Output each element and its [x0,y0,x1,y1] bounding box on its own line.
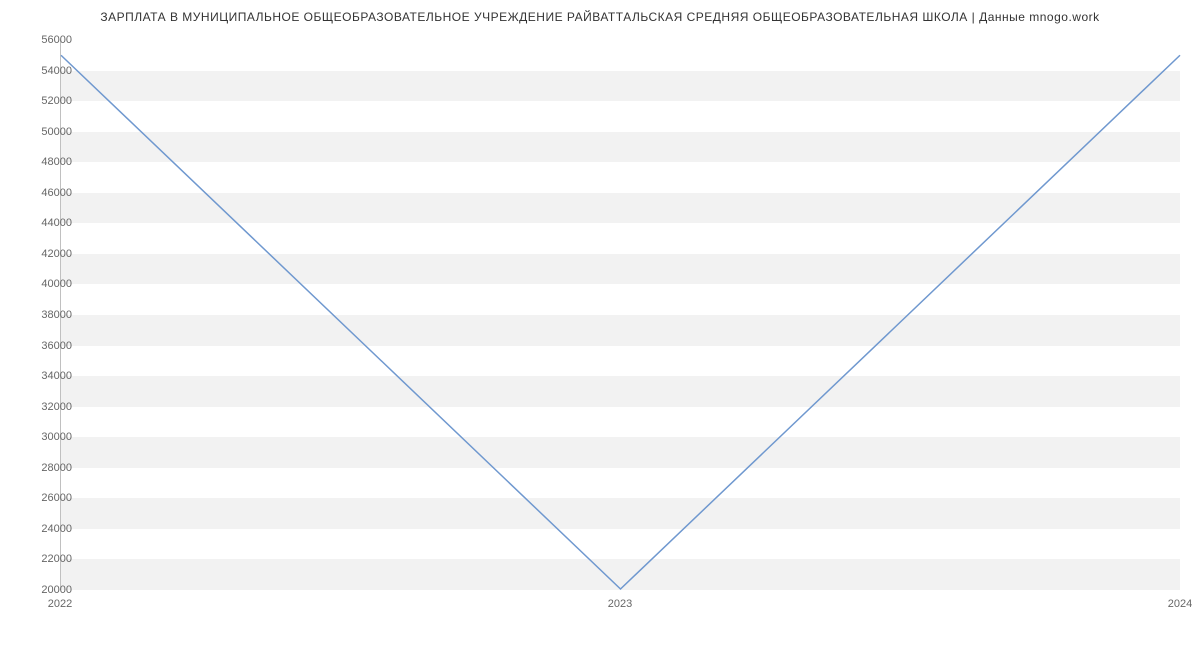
y-axis-tick: 28000 [12,462,72,474]
line-series [61,40,1180,589]
x-axis-tick: 2022 [48,598,72,610]
chart-container: ЗАРПЛАТА В МУНИЦИПАЛЬНОЕ ОБЩЕОБРАЗОВАТЕЛ… [0,0,1200,620]
y-axis-tick: 38000 [12,309,72,321]
y-axis-tick: 42000 [12,248,72,260]
y-axis-tick: 40000 [12,278,72,290]
y-axis-tick: 22000 [12,553,72,565]
y-axis-tick: 52000 [12,95,72,107]
y-axis-tick: 48000 [12,156,72,168]
y-axis-tick: 44000 [12,217,72,229]
y-axis-tick: 50000 [12,126,72,138]
y-axis-tick: 56000 [12,34,72,46]
y-axis-tick: 26000 [12,492,72,504]
series-line [61,55,1180,589]
y-axis-tick: 20000 [12,584,72,596]
x-axis-tick: 2023 [608,598,632,610]
y-axis-tick: 34000 [12,370,72,382]
chart-title: ЗАРПЛАТА В МУНИЦИПАЛЬНОЕ ОБЩЕОБРАЗОВАТЕЛ… [0,10,1200,24]
y-axis-tick: 30000 [12,431,72,443]
y-axis-tick: 24000 [12,523,72,535]
y-axis-tick: 32000 [12,401,72,413]
y-axis-tick: 54000 [12,65,72,77]
x-axis-tick: 2024 [1168,598,1192,610]
y-axis-tick: 46000 [12,187,72,199]
plot-area [60,40,1180,590]
y-axis-tick: 36000 [12,340,72,352]
